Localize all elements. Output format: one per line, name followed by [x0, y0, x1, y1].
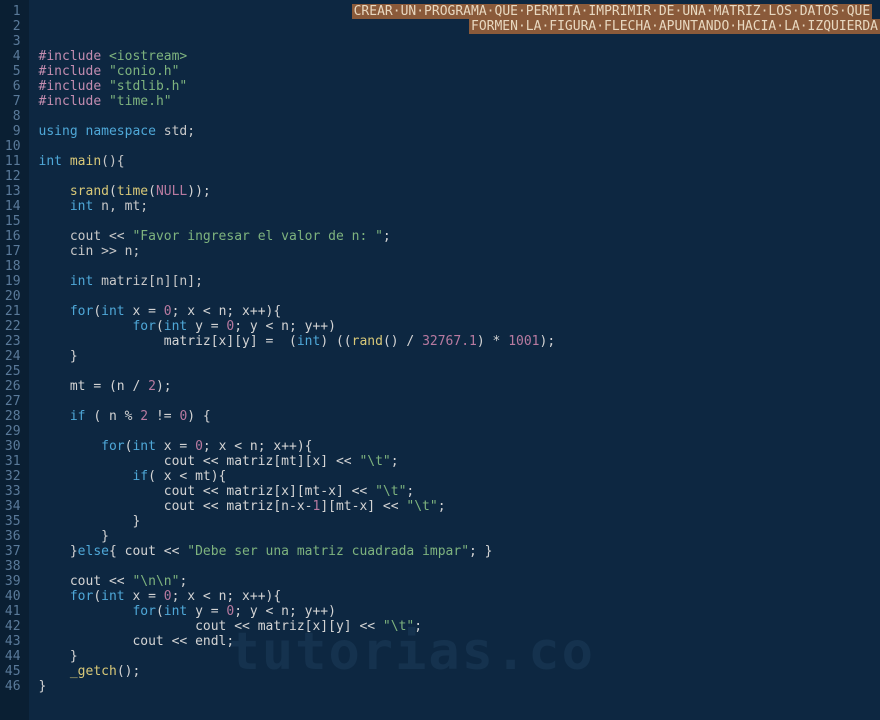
code-line — [39, 559, 880, 574]
line-number: 22 — [4, 319, 21, 334]
line-number: 45 — [4, 664, 21, 679]
code-line — [39, 424, 880, 439]
code-line: cout << matriz[x][mt-x] << "\t"; — [39, 484, 880, 499]
code-line: for(int x = 0; x < n; x++){ — [39, 439, 880, 454]
line-number: 39 — [4, 574, 21, 589]
code-line: int n, mt; — [39, 199, 880, 214]
code-line: #include <iostream> — [39, 49, 880, 64]
code-line: for(int y = 0; y < n; y++) — [39, 604, 880, 619]
code-line — [39, 139, 880, 154]
line-number: 14 — [4, 199, 21, 214]
line-number: 7 — [4, 94, 21, 109]
code-line: } — [39, 514, 880, 529]
line-number: 42 — [4, 619, 21, 634]
line-number: 26 — [4, 379, 21, 394]
line-number: 25 — [4, 364, 21, 379]
line-number-gutter: 1234567891011121314151617181920212223242… — [0, 0, 29, 720]
line-number: 19 — [4, 274, 21, 289]
line-number: 30 — [4, 439, 21, 454]
line-number: 46 — [4, 679, 21, 694]
comment-banner: CREAR·UN·PROGRAMA·QUE·PERMITA·IMPRIMIR·D… — [352, 4, 873, 19]
code-line — [39, 214, 880, 229]
line-number: 9 — [4, 124, 21, 139]
line-number: 11 — [4, 154, 21, 169]
line-number: 37 — [4, 544, 21, 559]
code-line: } — [39, 679, 880, 694]
code-line — [39, 394, 880, 409]
code-line — [39, 109, 880, 124]
line-number: 15 — [4, 214, 21, 229]
code-line: if ( n % 2 != 0) { — [39, 409, 880, 424]
line-number: 24 — [4, 349, 21, 364]
line-number: 18 — [4, 259, 21, 274]
line-number: 10 — [4, 139, 21, 154]
line-number: 31 — [4, 454, 21, 469]
line-number: 12 — [4, 169, 21, 184]
code-line: srand(time(NULL)); — [39, 184, 880, 199]
code-line — [39, 34, 880, 49]
code-area[interactable]: CREAR·UN·PROGRAMA·QUE·PERMITA·IMPRIMIR·D… — [29, 0, 880, 720]
line-number: 29 — [4, 424, 21, 439]
line-number: 20 — [4, 289, 21, 304]
code-line: cout << matriz[x][y] << "\t"; — [39, 619, 880, 634]
line-number: 43 — [4, 634, 21, 649]
code-line: if( x < mt){ — [39, 469, 880, 484]
code-line: cout << matriz[mt][x] << "\t"; — [39, 454, 880, 469]
code-line: CREAR·UN·PROGRAMA·QUE·PERMITA·IMPRIMIR·D… — [39, 4, 880, 19]
line-number: 17 — [4, 244, 21, 259]
code-line: } — [39, 349, 880, 364]
code-line: using namespace std; — [39, 124, 880, 139]
line-number: 34 — [4, 499, 21, 514]
code-line: int main(){ — [39, 154, 880, 169]
code-line — [39, 169, 880, 184]
line-number: 1 — [4, 4, 21, 19]
line-number: 33 — [4, 484, 21, 499]
code-line: }else{ cout << "Debe ser una matriz cuad… — [39, 544, 880, 559]
line-number: 6 — [4, 79, 21, 94]
code-line: for(int y = 0; y < n; y++) — [39, 319, 880, 334]
code-line: int matriz[n][n]; — [39, 274, 880, 289]
comment-banner: FORMEN·LA·FIGURA·FLECHA·APUNTANDO·HACIA·… — [469, 19, 880, 34]
code-line: #include "conio.h" — [39, 64, 880, 79]
line-number: 13 — [4, 184, 21, 199]
line-number: 8 — [4, 109, 21, 124]
code-line: FORMEN·LA·FIGURA·FLECHA·APUNTANDO·HACIA·… — [39, 19, 880, 34]
line-number: 21 — [4, 304, 21, 319]
code-line: cout << matriz[n-x-1][mt-x] << "\t"; — [39, 499, 880, 514]
code-line — [39, 259, 880, 274]
line-number: 38 — [4, 559, 21, 574]
line-number: 44 — [4, 649, 21, 664]
code-line: } — [39, 649, 880, 664]
code-line: _getch(); — [39, 664, 880, 679]
code-line: for(int x = 0; x < n; x++){ — [39, 304, 880, 319]
line-number: 27 — [4, 394, 21, 409]
code-line: cout << endl; — [39, 634, 880, 649]
line-number: 16 — [4, 229, 21, 244]
code-line: cout << "\n\n"; — [39, 574, 880, 589]
line-number: 40 — [4, 589, 21, 604]
line-number: 41 — [4, 604, 21, 619]
code-line: #include "stdlib.h" — [39, 79, 880, 94]
line-number: 4 — [4, 49, 21, 64]
line-number: 3 — [4, 34, 21, 49]
line-number: 36 — [4, 529, 21, 544]
line-number: 5 — [4, 64, 21, 79]
code-line: #include "time.h" — [39, 94, 880, 109]
line-number: 35 — [4, 514, 21, 529]
line-number: 2 — [4, 19, 21, 34]
code-line: mt = (n / 2); — [39, 379, 880, 394]
code-line — [39, 289, 880, 304]
line-number: 23 — [4, 334, 21, 349]
code-line: for(int x = 0; x < n; x++){ — [39, 589, 880, 604]
line-number: 28 — [4, 409, 21, 424]
code-line — [39, 364, 880, 379]
code-line: } — [39, 529, 880, 544]
code-line: cin >> n; — [39, 244, 880, 259]
line-number: 32 — [4, 469, 21, 484]
code-line: cout << "Favor ingresar el valor de n: "… — [39, 229, 880, 244]
code-editor[interactable]: 1234567891011121314151617181920212223242… — [0, 0, 880, 720]
code-line: matriz[x][y] = (int) ((rand() / 32767.1)… — [39, 334, 880, 349]
